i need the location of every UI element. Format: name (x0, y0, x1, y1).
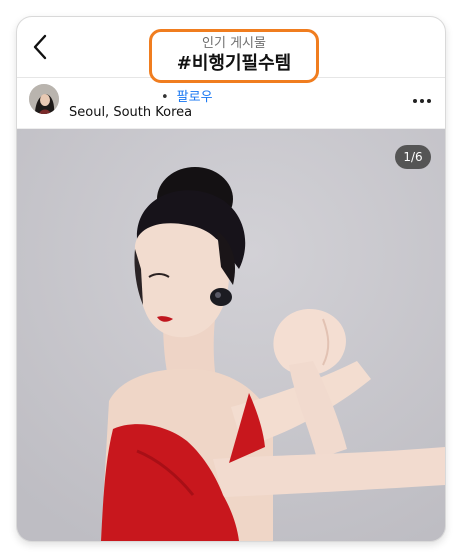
avatar[interactable] (29, 84, 59, 114)
chevron-left-icon (33, 34, 47, 60)
avatar-image (29, 84, 59, 114)
highlighted-title: 인기 게시물 #비행기필수템 (149, 29, 319, 83)
more-options-button[interactable] (413, 99, 431, 105)
more-horizontal-icon (413, 99, 417, 103)
page-title: #비행기필수템 (176, 53, 292, 74)
photo-illustration (17, 129, 445, 541)
follow-label: 팔로우 (176, 90, 213, 105)
image-counter-badge: 1/6 (395, 145, 431, 169)
follow-link[interactable]: • 팔로우 (161, 86, 213, 105)
back-button[interactable] (29, 33, 53, 61)
top-bar: 인기 게시물 #비행기필수템 (17, 17, 445, 83)
post-header: • 팔로우 Seoul, South Korea (17, 78, 445, 129)
location-label[interactable]: Seoul, South Korea (69, 105, 192, 120)
post-photo[interactable]: 1/6 (17, 129, 445, 541)
separator-dot: • (161, 90, 169, 105)
page-subtitle: 인기 게시물 (202, 36, 266, 51)
post-card: 인기 게시물 #비행기필수템 • 팔로우 Seoul, South Korea (16, 16, 446, 542)
